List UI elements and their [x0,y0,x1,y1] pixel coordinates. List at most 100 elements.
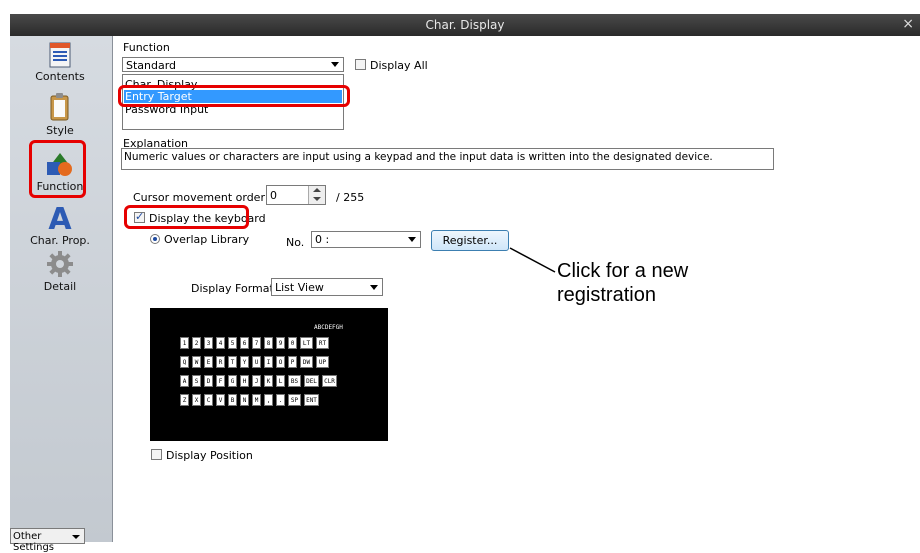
keyboard-key: SP [288,394,301,406]
keyboard-key: LT [300,337,313,349]
sidebar-item-label: Detail [43,280,77,293]
no-label: No. [286,236,305,249]
keyboard-key: K [264,375,273,387]
keyboard-key: B [228,394,237,406]
keyboard-key: DW [300,356,313,368]
keyboard-key: P [288,356,297,368]
sidebar-item-detail[interactable]: Detail [10,250,110,293]
chevron-down-icon [370,285,378,290]
keyboard-key: , [264,394,273,406]
radio-dot-icon [153,237,157,241]
entry-target-highlight [118,85,350,107]
function-label: Function [123,41,170,54]
keyboard-key: RT [316,337,329,349]
sidebar-item-style[interactable]: Style [10,92,110,137]
chevron-down-icon [72,535,80,539]
keyboard-key: 1 [180,337,189,349]
overlap-library-label: Overlap Library [164,233,250,246]
spin-up-icon[interactable] [313,188,321,192]
cursor-order-value: 0 [270,189,277,202]
chevron-down-icon [408,237,416,242]
keyboard-key: X [192,394,201,406]
sidebar-item-contents[interactable]: Contents [10,42,110,83]
display-all-label: Display All [370,59,428,72]
function-select-value: Standard [126,59,177,72]
keyboard-key: H [240,375,249,387]
sidebar-item-label: Char. Prop. [30,234,90,247]
keyboard-key: CLR [322,375,337,387]
display-all-checkbox[interactable] [355,59,366,70]
sidebar-item-label: Contents [35,70,85,83]
keyboard-key: T [228,356,237,368]
preview-header: ABCDEFGH [314,324,343,331]
letter-a-icon: A [48,202,72,232]
keyboard-preview: ABCDEFGH 1 2 3 4 5 6 7 8 9 0 LT RT Q W E R T Y U I O P DW UP A S D… [150,308,388,441]
keyboard-key: L [276,375,285,387]
gear-icon [47,251,73,277]
function-select[interactable]: Standard [122,57,344,72]
keyboard-key: R [216,356,225,368]
keyboard-key: M [252,394,261,406]
close-icon[interactable]: × [902,16,914,32]
keyboard-key: O [276,356,285,368]
display-format-label: Display Format [191,282,274,295]
display-format-select[interactable]: List View [271,278,383,296]
cursor-max-label: / 255 [336,191,365,204]
spin-down-icon[interactable] [313,197,321,201]
overlap-library-radio[interactable] [150,234,160,244]
display-keyboard-highlight [124,205,249,229]
keyboard-key: G [228,375,237,387]
register-button-label: Register... [442,234,498,247]
keyboard-key: W [192,356,201,368]
keyboard-key: . [276,394,285,406]
keyboard-key: 4 [216,337,225,349]
keyboard-key: DEL [304,375,319,387]
keyboard-key: 3 [204,337,213,349]
spinner-buttons[interactable] [308,186,325,204]
explanation-text: Numeric values or characters are input u… [124,151,713,163]
window-title: Char. Display [425,18,505,32]
keyboard-key: 5 [228,337,237,349]
sidebar-item-char-prop[interactable]: A Char. Prop. [10,202,110,247]
cursor-order-label: Cursor movement order [133,191,265,204]
title-bar: Char. Display × [10,14,920,36]
keyboard-key: BS [288,375,301,387]
annotation-line-2: registration [557,284,656,306]
contents-icon [49,42,71,68]
register-button[interactable]: Register... [431,230,509,251]
svg-text:A: A [48,202,72,232]
keyboard-key: 9 [276,337,285,349]
keyboard-key: E [204,356,213,368]
sidebar-item-label: Style [46,124,74,137]
keyboard-key: ENT [304,394,319,406]
annotation-line-1: Click for a new [557,260,689,282]
keyboard-key: V [216,394,225,406]
keyboard-key: Y [240,356,249,368]
keyboard-key: 2 [192,337,201,349]
keyboard-key: A [180,375,189,387]
function-highlight [29,140,86,198]
explanation-box: Numeric values or characters are input u… [121,148,774,170]
cursor-order-input[interactable]: 0 [266,185,326,205]
sidebar: Contents Style Function A Char. Prop. De… [10,36,113,553]
library-no-select[interactable]: 0 : [311,231,421,248]
keyboard-key: J [252,375,261,387]
display-position-label: Display Position [166,449,253,462]
display-format-value: List View [275,281,324,294]
keyboard-key: 0 [288,337,297,349]
keyboard-key: D [204,375,213,387]
keyboard-key: Q [180,356,189,368]
annotation-pointer [509,247,556,273]
keyboard-key: U [252,356,261,368]
keyboard-key: S [192,375,201,387]
clipboard-icon [50,93,69,121]
keyboard-key: 7 [252,337,261,349]
keyboard-key: I [264,356,273,368]
annotation-text: Click for a new registration [557,259,688,307]
display-position-checkbox[interactable] [151,449,162,460]
keyboard-key: Z [180,394,189,406]
keyboard-key: N [240,394,249,406]
keyboard-key: F [216,375,225,387]
library-no-value: 0 : [315,233,330,246]
keyboard-key: C [204,394,213,406]
